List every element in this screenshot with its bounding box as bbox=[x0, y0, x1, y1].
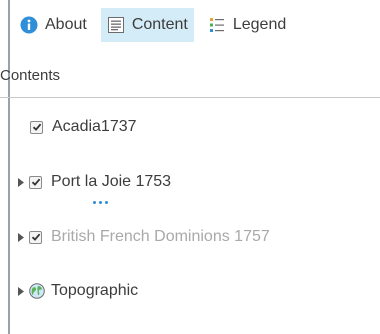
tab-legend[interactable]: Legend bbox=[202, 8, 292, 42]
info-icon bbox=[20, 16, 38, 34]
checkmark-icon bbox=[31, 233, 40, 241]
layer-checkbox[interactable] bbox=[30, 120, 43, 134]
dot bbox=[93, 201, 96, 204]
layer-item-port-la-joie: Port la Joie 1753 bbox=[16, 171, 171, 193]
expand-caret-icon[interactable] bbox=[16, 286, 26, 296]
panel-left-border bbox=[8, 0, 10, 334]
layer-panel: About Content Legend Contents Acadia1737… bbox=[0, 0, 380, 334]
layer-item-acadia1737: Acadia1737 bbox=[30, 116, 137, 138]
checkmark-icon bbox=[31, 178, 40, 186]
layer-label: British French Dominions 1757 bbox=[51, 228, 270, 245]
dot bbox=[105, 201, 108, 204]
tab-content-label: Content bbox=[131, 16, 188, 33]
header-divider bbox=[0, 97, 380, 98]
contents-header: Contents bbox=[0, 67, 61, 84]
layer-item-topographic: Topographic bbox=[16, 280, 138, 302]
tab-legend-label: Legend bbox=[232, 16, 287, 33]
layer-checkbox[interactable] bbox=[29, 230, 42, 244]
checkmark-icon bbox=[32, 123, 41, 131]
content-list-icon bbox=[107, 16, 125, 34]
layer-label: Port la Joie 1753 bbox=[51, 173, 172, 190]
panel-tabs: About Content Legend bbox=[14, 8, 300, 42]
layer-checkbox[interactable] bbox=[29, 175, 42, 189]
legend-icon bbox=[208, 16, 226, 34]
dot bbox=[99, 201, 102, 204]
expand-caret-icon[interactable] bbox=[16, 232, 26, 242]
layer-label: Topographic bbox=[51, 282, 139, 299]
more-options-icon[interactable] bbox=[93, 201, 108, 204]
tab-about-label: About bbox=[45, 16, 87, 33]
layer-item-british-french-dominions: British French Dominions 1757 bbox=[16, 226, 270, 248]
layer-label: Acadia1737 bbox=[52, 118, 137, 135]
expand-caret-icon[interactable] bbox=[16, 177, 26, 187]
tab-content[interactable]: Content bbox=[100, 8, 194, 42]
tab-about[interactable]: About bbox=[14, 8, 93, 42]
globe-icon[interactable] bbox=[29, 283, 45, 299]
